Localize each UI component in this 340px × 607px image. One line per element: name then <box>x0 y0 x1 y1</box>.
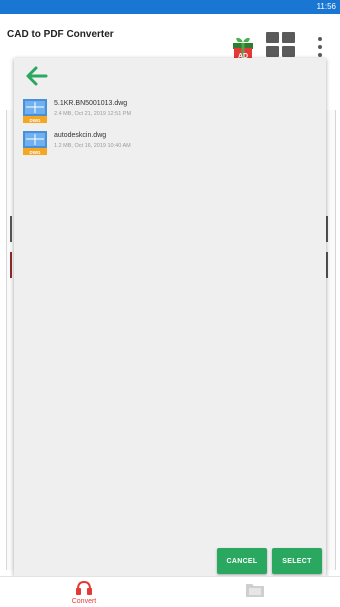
scroll-edge-left-bottom <box>10 252 12 278</box>
overflow-menu-icon[interactable] <box>312 36 328 58</box>
app-title: CAD to PDF Converter <box>7 29 114 40</box>
nav-files[interactable] <box>224 577 284 607</box>
dwg-label: DWG <box>30 118 41 123</box>
status-bar: 11:56 <box>0 0 340 14</box>
scroll-edge-right-bottom <box>326 252 328 278</box>
select-button[interactable]: SELECT <box>272 548 322 574</box>
scroll-edge-right-top <box>326 216 328 242</box>
cancel-button[interactable]: CANCEL <box>217 548 267 574</box>
file-list-item[interactable]: DWG autodeskcin.dwg 1.2 MB, Oct 16, 2019… <box>22 128 312 156</box>
app-bar: CAD to PDF Converter AD <box>0 14 340 61</box>
bottom-navigation: Convert <box>0 576 340 607</box>
nav-convert-label: Convert <box>71 598 97 605</box>
dwg-file-icon: DWG <box>22 130 48 156</box>
file-name: 5.1KR.BN5001013.dwg <box>54 100 128 107</box>
file-picker-dialog: DWG 5.1KR.BN5001013.dwg 2.4 MB, Oct 21, … <box>14 58 326 576</box>
back-arrow-icon[interactable] <box>24 64 50 88</box>
folder-icon <box>246 584 264 597</box>
file-meta: 2.4 MB, Oct 21, 2019 12:51 PM <box>54 111 132 117</box>
status-time: 11:56 <box>316 2 336 11</box>
file-list-item[interactable]: DWG 5.1KR.BN5001013.dwg 2.4 MB, Oct 21, … <box>22 96 312 124</box>
nav-convert[interactable]: Convert <box>54 577 114 607</box>
file-name: autodeskcin.dwg <box>54 132 107 139</box>
convert-icon <box>76 580 92 595</box>
file-meta: 1.2 MB, Oct 16, 2019 10:40 AM <box>54 143 131 149</box>
dwg-file-icon: DWG <box>22 98 48 124</box>
scroll-edge-left-top <box>10 216 12 242</box>
dwg-label: DWG <box>30 150 41 155</box>
